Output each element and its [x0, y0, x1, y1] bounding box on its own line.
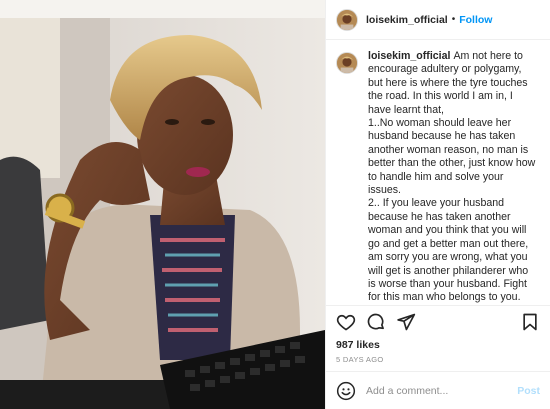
bookmark-icon[interactable] — [519, 311, 541, 333]
caption-paragraph: 2.. If you leave your husband because he… — [368, 197, 529, 305]
caption-username[interactable]: loisekim_official — [368, 50, 450, 62]
post-caption: loisekim_official Am not here to encourag… — [368, 50, 538, 305]
caption-paragraph: 1..No woman should leave her husband bec… — [368, 117, 536, 197]
comments-area: loisekim_official Am not here to encourag… — [326, 40, 550, 305]
add-comment-bar: Post — [326, 371, 550, 409]
post-comment-button[interactable]: Post — [517, 385, 540, 397]
author-username[interactable]: loisekim_official — [366, 14, 448, 26]
comment-icon[interactable] — [365, 311, 387, 333]
woman-at-desk-photo — [0, 0, 325, 409]
caption-paragraph: loisekim_official Am not here to encourag… — [368, 50, 538, 117]
author-avatar[interactable] — [336, 8, 358, 31]
instagram-post: loisekim_official • Follow loisekim_offi… — [0, 0, 550, 409]
follow-button[interactable]: Follow — [459, 14, 492, 26]
post-header: loisekim_official • Follow — [326, 0, 550, 40]
caption-author-avatar[interactable] — [336, 52, 358, 74]
post-timestamp[interactable]: 5 DAYS AGO — [326, 353, 550, 371]
smiley-icon[interactable] — [336, 381, 356, 401]
likes-count[interactable]: 987 likes — [326, 337, 550, 353]
action-bar — [326, 305, 550, 337]
post-side-panel: loisekim_official • Follow loisekim_offi… — [325, 0, 550, 409]
comment-input[interactable] — [366, 384, 518, 397]
separator-dot: • — [451, 14, 456, 25]
heart-icon[interactable] — [335, 311, 357, 333]
paper-plane-icon[interactable] — [395, 311, 417, 333]
post-photo[interactable] — [0, 0, 325, 409]
